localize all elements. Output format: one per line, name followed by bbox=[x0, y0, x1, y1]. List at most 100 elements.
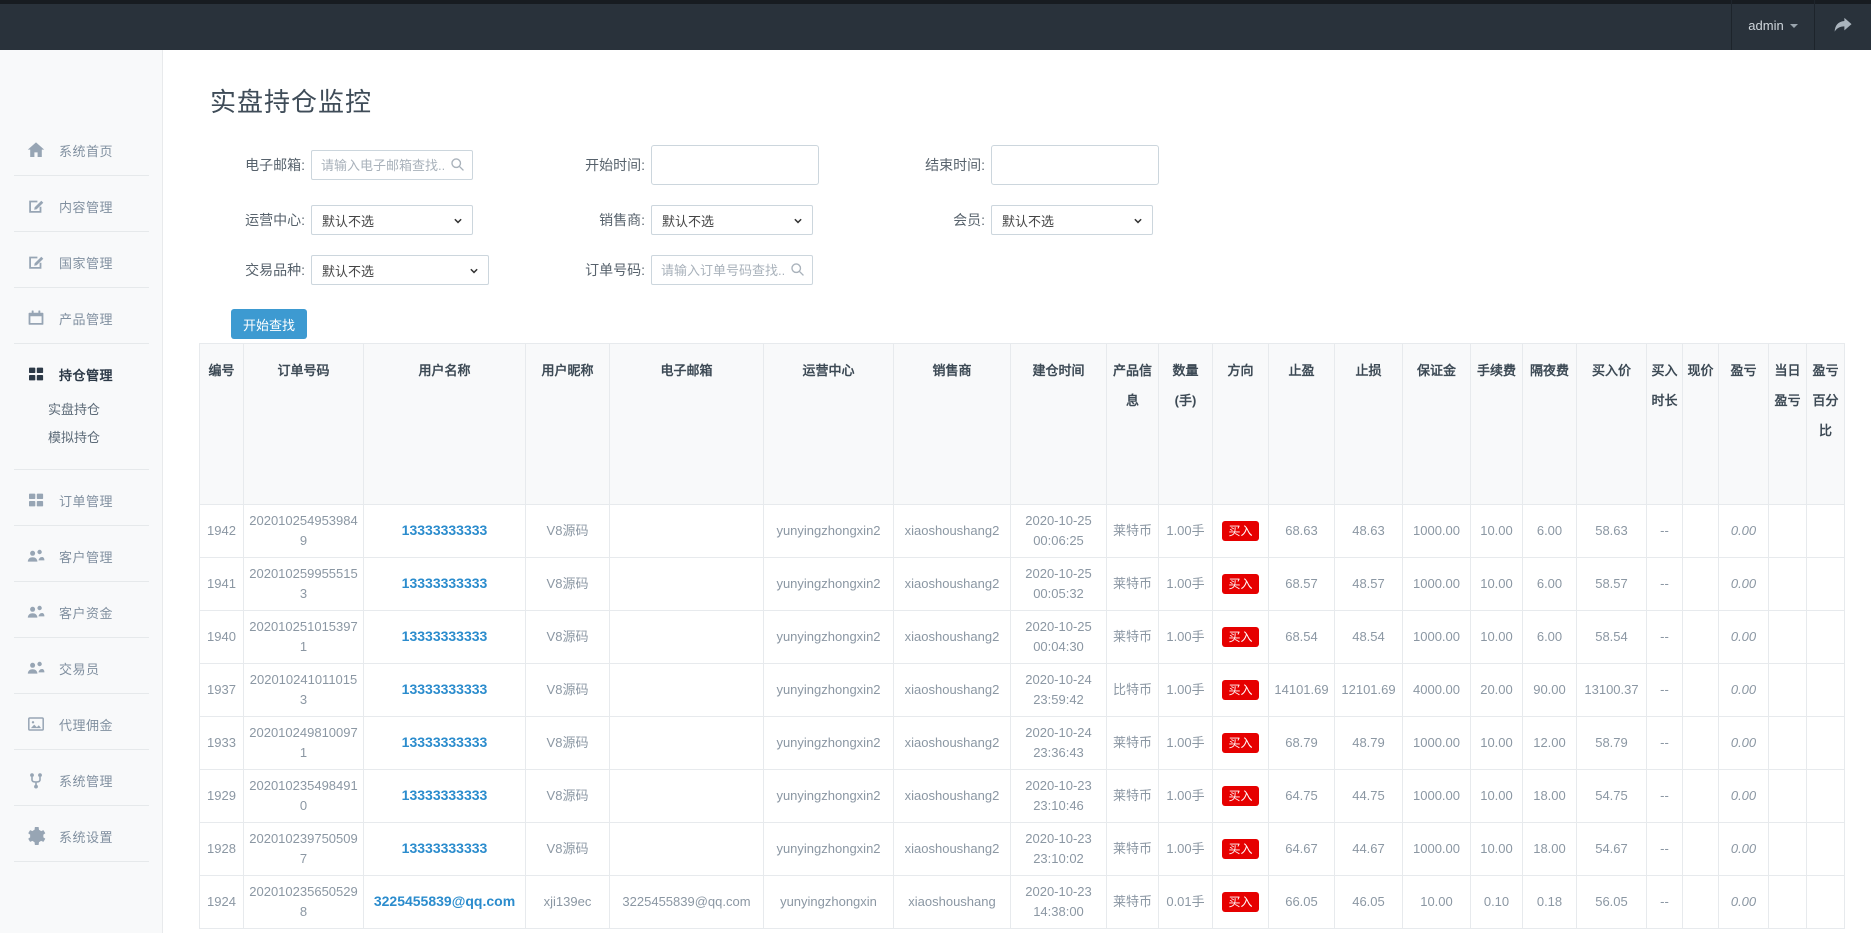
username-link[interactable]: 13333333333 bbox=[402, 787, 488, 803]
sidebar-item-country[interactable]: 国家管理 bbox=[0, 232, 162, 288]
cell-seller: xiaoshoushang2 bbox=[894, 505, 1011, 558]
sidebar-item-home[interactable]: 系统首页 bbox=[0, 120, 162, 176]
cell-margin: 1000.00 bbox=[1403, 770, 1471, 823]
cell-direction: 买入 bbox=[1213, 876, 1269, 929]
cell-current-price bbox=[1683, 505, 1719, 558]
sidebar-item-label: 客户资金 bbox=[59, 603, 113, 622]
cell-duration: -- bbox=[1647, 876, 1683, 929]
cell-margin: 1000.00 bbox=[1403, 611, 1471, 664]
cell-nickname: V8源码 bbox=[526, 558, 610, 611]
cell-op-center: yunyingzhongxin2 bbox=[764, 823, 894, 876]
username-link[interactable]: 13333333333 bbox=[402, 840, 488, 856]
symbol-select[interactable]: 默认不选 bbox=[311, 255, 489, 285]
cell-margin: 4000.00 bbox=[1403, 664, 1471, 717]
table-row: 1942202010254953984913333333333V8源码yunyi… bbox=[200, 505, 1845, 558]
cell-op-center: yunyingzhongxin2 bbox=[764, 558, 894, 611]
cell-email: 3225455839@qq.com bbox=[610, 876, 764, 929]
cell-product: 莱特币 bbox=[1107, 770, 1159, 823]
cell-order-no: 2020102410110153 bbox=[244, 664, 364, 717]
sidebar-subitem-real-positions[interactable]: 实盘持仓 bbox=[0, 396, 162, 424]
direction-badge: 买入 bbox=[1222, 680, 1258, 700]
column-header: 现价 bbox=[1683, 344, 1719, 505]
page-title: 实盘持仓监控 bbox=[210, 82, 1871, 119]
column-header: 用户名称 bbox=[364, 344, 526, 505]
column-header: 止盈 bbox=[1269, 344, 1335, 505]
sidebar-item-label: 产品管理 bbox=[59, 309, 113, 328]
users-icon bbox=[26, 546, 46, 566]
cell-margin: 1000.00 bbox=[1403, 717, 1471, 770]
table-row: 192420201023565052983225455839@qq.comxji… bbox=[200, 876, 1845, 929]
cell-overnight-fee: 90.00 bbox=[1523, 664, 1577, 717]
column-header: 隔夜费 bbox=[1523, 344, 1577, 505]
member-filter: 会员: 默认不选 bbox=[889, 205, 1229, 235]
sidebar-item-product[interactable]: 产品管理 bbox=[0, 288, 162, 344]
op-center-select[interactable]: 默认不选 bbox=[311, 205, 473, 235]
grid-icon bbox=[26, 490, 46, 510]
cell-product: 莱特币 bbox=[1107, 558, 1159, 611]
branch-icon bbox=[26, 770, 46, 790]
sidebar-item-customers[interactable]: 客户管理 bbox=[0, 526, 162, 582]
cell-nickname: V8源码 bbox=[526, 611, 610, 664]
column-header: 手续费 bbox=[1471, 344, 1523, 505]
username-link[interactable]: 13333333333 bbox=[402, 734, 488, 750]
sidebar-item-content[interactable]: 内容管理 bbox=[0, 176, 162, 232]
cell-username: 13333333333 bbox=[364, 611, 526, 664]
cell-pnl: 0.00 bbox=[1719, 558, 1769, 611]
sidebar-item-traders[interactable]: 交易员 bbox=[0, 638, 162, 694]
sidebar-subitem-sim-positions[interactable]: 模拟持仓 bbox=[0, 424, 162, 452]
seller-select[interactable]: 默认不选 bbox=[651, 205, 813, 235]
share-arrow-icon bbox=[1830, 14, 1856, 36]
cell-qty: 0.01手 bbox=[1159, 876, 1213, 929]
email-filter: 电子邮箱: bbox=[209, 150, 549, 180]
username-link[interactable]: 13333333333 bbox=[402, 681, 488, 697]
end-time-input[interactable] bbox=[991, 145, 1159, 185]
column-header: 止损 bbox=[1335, 344, 1403, 505]
cell-email bbox=[610, 505, 764, 558]
cell-overnight-fee: 18.00 bbox=[1523, 823, 1577, 876]
filter-row-2: 运营中心: 默认不选 销售商: 默认不选 会员: 默认 bbox=[209, 205, 1871, 235]
username-link[interactable]: 13333333333 bbox=[402, 522, 488, 538]
gear-icon bbox=[26, 826, 46, 846]
username-link[interactable]: 13333333333 bbox=[402, 628, 488, 644]
sidebar-item-positions[interactable]: 持仓管理实盘持仓模拟持仓 bbox=[0, 344, 162, 470]
cell-buy-price: 56.05 bbox=[1577, 876, 1647, 929]
grid-icon bbox=[26, 364, 46, 384]
table-row: 1937202010241011015313333333333V8源码yunyi… bbox=[200, 664, 1845, 717]
cell-overnight-fee: 12.00 bbox=[1523, 717, 1577, 770]
cell-day-pnl bbox=[1769, 770, 1807, 823]
cell-current-price bbox=[1683, 664, 1719, 717]
user-menu[interactable]: admin bbox=[1731, 0, 1815, 50]
cell-open: 2020-10-2500:04:30 bbox=[1011, 611, 1107, 664]
end-time-label: 结束时间: bbox=[889, 155, 985, 175]
cell-nickname: xji139ec bbox=[526, 876, 610, 929]
column-header: 方向 bbox=[1213, 344, 1269, 505]
cell-day-pnl bbox=[1769, 558, 1807, 611]
sidebar-item-settings[interactable]: 系统设置 bbox=[0, 806, 162, 862]
cell-take-profit: 68.54 bbox=[1269, 611, 1335, 664]
topbar: admin bbox=[0, 0, 1871, 50]
table-row: 1929202010235498491013333333333V8源码yunyi… bbox=[200, 770, 1845, 823]
order-no-filter: 订单号码: bbox=[549, 255, 889, 285]
sidebar-item-commission[interactable]: 代理佣金 bbox=[0, 694, 162, 750]
search-button[interactable]: 开始查找 bbox=[231, 309, 307, 339]
cell-product: 莱特币 bbox=[1107, 717, 1159, 770]
cell-stop-loss: 48.79 bbox=[1335, 717, 1403, 770]
column-header: 建仓时间 bbox=[1011, 344, 1107, 505]
sidebar-nav: 系统首页内容管理国家管理产品管理持仓管理实盘持仓模拟持仓订单管理客户管理客户资金… bbox=[0, 50, 163, 933]
username-link[interactable]: 13333333333 bbox=[402, 575, 488, 591]
start-time-input[interactable] bbox=[651, 145, 819, 185]
users-icon bbox=[26, 658, 46, 678]
cell-buy-price: 58.63 bbox=[1577, 505, 1647, 558]
sidebar-item-orders[interactable]: 订单管理 bbox=[0, 470, 162, 526]
cell-seller: xiaoshoushang2 bbox=[894, 664, 1011, 717]
cell-day-pnl bbox=[1769, 823, 1807, 876]
member-select[interactable]: 默认不选 bbox=[991, 205, 1153, 235]
logout-button[interactable] bbox=[1815, 0, 1871, 50]
username-link[interactable]: 3225455839@qq.com bbox=[374, 893, 515, 909]
sidebar-item-system[interactable]: 系统管理 bbox=[0, 750, 162, 806]
cell-duration: -- bbox=[1647, 664, 1683, 717]
cell-username: 13333333333 bbox=[364, 558, 526, 611]
cell-email bbox=[610, 717, 764, 770]
cell-seller: xiaoshoushang2 bbox=[894, 611, 1011, 664]
sidebar-item-funds[interactable]: 客户资金 bbox=[0, 582, 162, 638]
